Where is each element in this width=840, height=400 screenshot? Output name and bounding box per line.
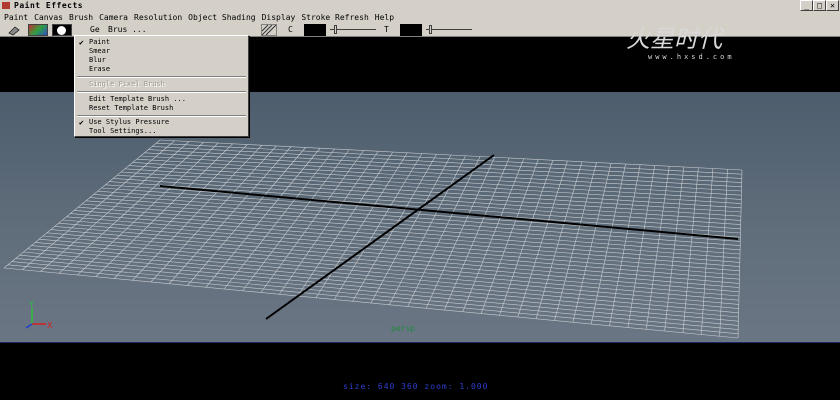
hatch-icon	[261, 24, 277, 36]
tool-label: Ge	[90, 25, 100, 34]
watermark-url: www.hxsd.com	[648, 53, 735, 61]
color-swatch-button[interactable]	[28, 24, 48, 36]
status-readout: size: 640 360 zoom: 1.000	[343, 382, 489, 391]
paint-dropdown-menu: ✔ Paint Smear Blur Erase Single Pixel Br…	[74, 35, 249, 137]
menu-help[interactable]: Help	[375, 13, 394, 22]
menu-paint[interactable]: Paint	[4, 13, 28, 22]
menu-canvas[interactable]: Canvas	[34, 13, 63, 22]
grid-line	[664, 166, 685, 332]
slider-handle[interactable]	[429, 25, 432, 34]
grid-line	[27, 248, 739, 314]
menu-stroke-refresh[interactable]: Stroke Refresh	[301, 13, 368, 22]
axis-indicator: Y X	[25, 300, 53, 330]
menu-item-smear[interactable]: Smear	[75, 47, 248, 56]
menu-item-tool-settings[interactable]: Tool Settings...	[75, 127, 248, 136]
brush-shape-button[interactable]	[52, 24, 72, 36]
grid-line	[7, 264, 739, 335]
grid-line	[682, 167, 699, 333]
transparency-label: T	[384, 25, 389, 34]
menu-item-erase[interactable]: Erase	[75, 65, 248, 74]
menu-separator	[77, 115, 246, 117]
menu-item-edit-template-brush[interactable]: Edit Template Brush ...	[75, 95, 248, 104]
app-icon	[2, 2, 10, 9]
menu-separator	[77, 91, 246, 93]
menu-item-blur[interactable]: Blur	[75, 56, 248, 65]
clear-slider[interactable]	[330, 24, 376, 36]
menu-camera[interactable]: Camera	[99, 13, 128, 22]
menu-display[interactable]: Display	[262, 13, 296, 22]
watermark: 火星时代 www.hxsd.com	[626, 27, 735, 61]
grid-line	[11, 261, 739, 330]
menu-resolution[interactable]: Resolution	[134, 13, 182, 22]
transparency-slider[interactable]	[426, 24, 472, 36]
round-brush-icon	[57, 26, 66, 35]
minimize-button[interactable]: _	[800, 0, 813, 11]
grid-line	[645, 166, 670, 330]
check-icon: ✔	[79, 38, 84, 47]
menu-item-single-pixel-brush: Single Pixel Brush	[89, 80, 165, 88]
grid-line	[23, 251, 739, 318]
axis-y-label: Y	[28, 300, 34, 309]
menu-item-use-stylus-pressure[interactable]: ✔ Use Stylus Pressure	[75, 118, 248, 127]
window-title: Paint Effects	[14, 1, 84, 10]
brush-field[interactable]: Brus ...	[108, 25, 147, 34]
menu-bar: Paint Canvas Brush Camera Resolution Obj…	[0, 11, 840, 23]
close-button[interactable]: ✕	[826, 0, 839, 11]
maximize-button[interactable]: □	[813, 0, 826, 11]
menu-item-paint[interactable]: ✔ Paint	[75, 38, 248, 47]
check-icon: ✔	[79, 118, 84, 127]
viewport-footer	[0, 342, 840, 400]
eraser-icon	[8, 26, 20, 36]
menu-brush[interactable]: Brush	[69, 13, 93, 22]
clear-label: C	[288, 25, 293, 34]
camera-label: persp	[391, 324, 416, 333]
watermark-logo: 火星时代	[626, 25, 722, 53]
eraser-tool-button[interactable]	[6, 24, 22, 36]
transparency-color-swatch[interactable]	[400, 24, 422, 36]
slider-handle[interactable]	[334, 25, 337, 34]
grid-toggle-button[interactable]	[261, 24, 277, 36]
clear-color-swatch[interactable]	[304, 24, 326, 36]
axis-x-label: X	[47, 321, 53, 330]
menu-object-shading[interactable]: Object Shading	[188, 13, 255, 22]
menu-item-reset-template-brush[interactable]: Reset Template Brush	[75, 104, 248, 113]
menu-separator	[77, 76, 246, 78]
